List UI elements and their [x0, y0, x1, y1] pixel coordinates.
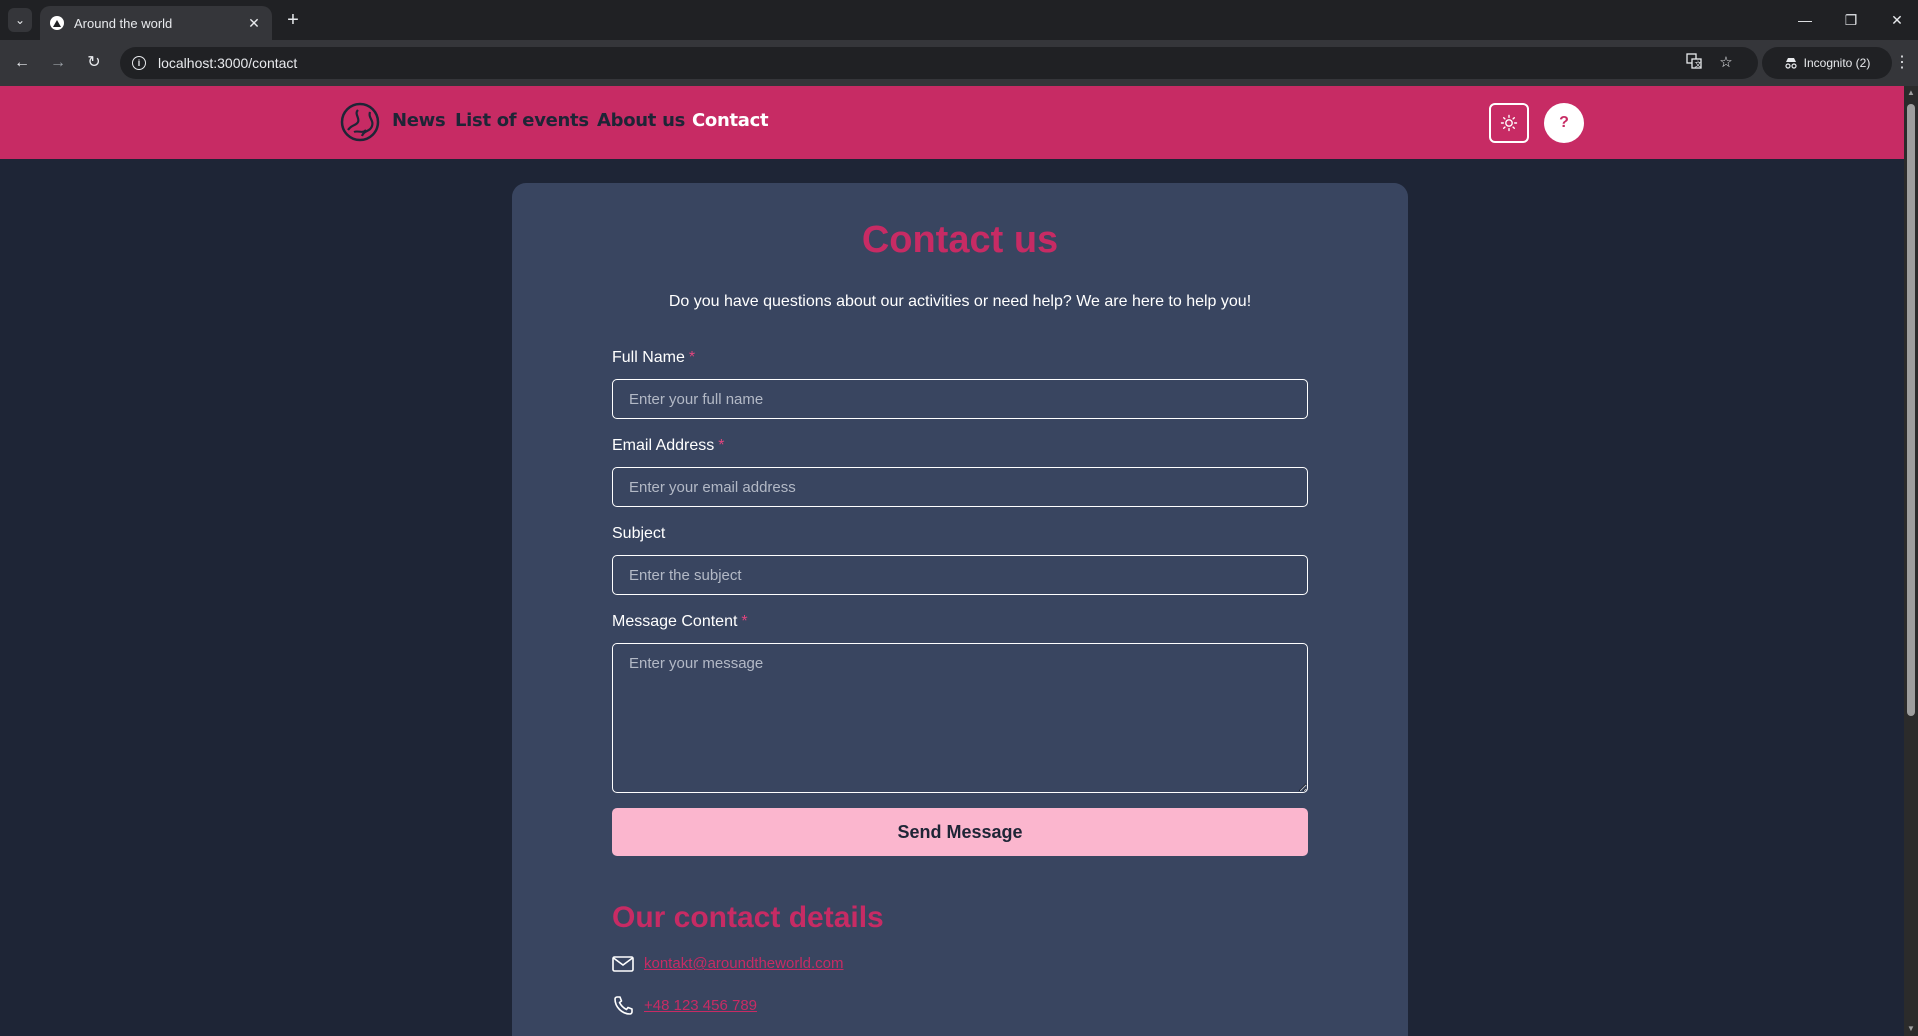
send-message-button[interactable]: Send Message [612, 808, 1308, 856]
subject-label: Subject [612, 525, 665, 543]
message-textarea[interactable] [612, 643, 1308, 793]
full-name-input[interactable] [612, 379, 1308, 419]
message-label-text: Message Content [612, 613, 738, 630]
help-button[interactable]: ? [1544, 103, 1584, 143]
page-scrollbar[interactable]: ▲ ▼ [1904, 86, 1918, 1036]
info-icon[interactable]: i [132, 56, 146, 70]
email-input[interactable] [612, 467, 1308, 507]
sun-icon [1500, 114, 1518, 132]
forward-icon[interactable]: → [46, 51, 70, 75]
email-link[interactable]: kontakt@aroundtheworld.com [644, 955, 844, 972]
minimize-icon[interactable]: — [1790, 8, 1820, 32]
subject-label-text: Subject [612, 525, 666, 542]
nav-contact[interactable]: Contact [692, 110, 769, 131]
email-label: Email Address * [612, 437, 725, 455]
phone-link[interactable]: +48 123 456 789 [644, 997, 757, 1014]
theme-toggle-button[interactable] [1489, 103, 1529, 143]
page-subtitle: Do you have questions about our activiti… [668, 293, 1252, 310]
message-label: Message Content * [612, 613, 748, 631]
email-label-text: Email Address [612, 437, 715, 454]
url-text[interactable]: localhost:3000/contact [158, 55, 297, 71]
browser-tab[interactable]: Around the world ✕ [40, 6, 272, 40]
browser-toolbar: ← → ↻ i localhost:3000/contact 文 ☆ Incog… [0, 40, 1918, 86]
star-icon[interactable]: ☆ [1716, 53, 1736, 73]
svg-text:文: 文 [1695, 60, 1702, 69]
contact-card: Contact us Do you have questions about o… [512, 183, 1408, 1036]
phone-icon [614, 996, 633, 1015]
tab-list-icon[interactable]: ⌄ [8, 8, 32, 32]
incognito-badge[interactable]: Incognito (2) [1762, 47, 1892, 79]
scroll-up-icon[interactable]: ▲ [1904, 86, 1918, 100]
site-header: News List of events About us Contact ? [0, 86, 1904, 159]
nav-news[interactable]: News [392, 110, 446, 131]
kebab-menu-icon[interactable]: ⋮ [1894, 51, 1910, 75]
full-name-label: Full Name * [612, 349, 695, 367]
phone-row: +48 123 456 789 [612, 995, 757, 1015]
reload-icon[interactable]: ↻ [82, 51, 106, 75]
subject-input[interactable] [612, 555, 1308, 595]
nav-about-us[interactable]: About us [597, 110, 685, 131]
incognito-icon [1785, 58, 1797, 69]
close-icon[interactable]: ✕ [246, 15, 262, 32]
plus-icon[interactable]: + [282, 9, 304, 31]
scroll-down-icon[interactable]: ▼ [1904, 1022, 1918, 1036]
required-mark: * [688, 349, 696, 366]
required-mark: * [741, 613, 748, 630]
incognito-label: Incognito (2) [1803, 56, 1871, 70]
nav-list-of-events[interactable]: List of events [455, 110, 589, 131]
tab-title: Around the world [74, 15, 173, 31]
address-bar[interactable]: i localhost:3000/contact 文 ☆ [120, 47, 1758, 79]
mail-icon [612, 955, 634, 972]
close-window-icon[interactable]: ✕ [1882, 8, 1912, 32]
translate-icon[interactable]: 文 [1684, 53, 1704, 73]
back-icon[interactable]: ← [10, 51, 34, 75]
browser-tab-bar: ⌄ Around the world ✕ + — ❐ ✕ [0, 0, 1918, 40]
email-row: kontakt@aroundtheworld.com [612, 955, 844, 972]
full-name-label-text: Full Name [612, 349, 685, 366]
restore-icon[interactable]: ❐ [1836, 8, 1866, 32]
contact-details-title: Our contact details [612, 901, 884, 934]
page-title: Contact us [861, 219, 1059, 261]
scroll-thumb[interactable] [1907, 104, 1915, 716]
required-mark: * [718, 437, 725, 454]
favicon-icon [50, 16, 64, 30]
globe-logo-icon[interactable] [340, 102, 380, 142]
